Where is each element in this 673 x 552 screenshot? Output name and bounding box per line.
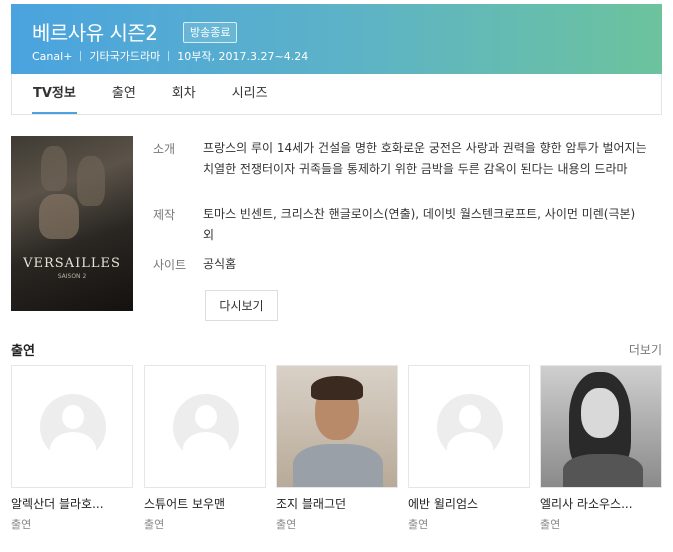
poster-figure	[39, 194, 79, 239]
intro-text: 프랑스의 루이 14세가 건설을 명한 호화로운 궁전은 사랑과 권력을 향한 …	[203, 141, 647, 176]
poster-subtitle: SAISON 2	[57, 273, 87, 280]
cast-photo[interactable]	[11, 365, 133, 488]
cast-photo[interactable]	[276, 365, 398, 488]
cast-role: 출연	[276, 518, 297, 531]
body-shape	[563, 454, 643, 487]
meta-divider	[80, 51, 82, 61]
status-badge: 방송종료	[183, 22, 238, 43]
cast-name[interactable]: 스튜어트 보우맨	[144, 495, 266, 512]
cast-name[interactable]: 알렉산더 블라호...	[11, 495, 133, 512]
cast-photo[interactable]	[408, 365, 530, 488]
rewatch-button[interactable]: 다시보기	[205, 290, 278, 321]
channel-name: Canal+	[32, 49, 73, 63]
episode-dates: 10부작, 2017.3.27~4.24	[177, 50, 309, 63]
cast-role: 출연	[540, 518, 561, 531]
cast-role: 출연	[144, 518, 165, 531]
hair-shape	[311, 376, 363, 400]
production-text: 토마스 빈센트, 크리스찬 핸글로이스(연출), 데이빗 월스텐크로프트, 사이…	[203, 207, 636, 242]
genre: 기타국가드라마	[89, 50, 161, 63]
cast-card[interactable]: 조지 블래그던 출연	[276, 365, 398, 532]
cast-photo[interactable]	[144, 365, 266, 488]
production-label: 제작	[153, 208, 176, 222]
cast-role: 출연	[408, 518, 429, 531]
program-title: 베르사유 시즌2	[32, 21, 158, 45]
tab-cast[interactable]: 출연	[111, 74, 137, 114]
program-poster[interactable]: VERSAILLES SAISON 2	[11, 136, 133, 311]
cast-role: 출연	[11, 518, 32, 531]
poster-title: VERSAILLES	[23, 256, 121, 271]
cast-name[interactable]: 엘리사 라소우스...	[540, 495, 662, 512]
poster-figure	[77, 156, 105, 206]
poster-figure	[41, 146, 67, 191]
profile-placeholder-icon	[173, 394, 239, 460]
program-header: 베르사유 시즌2 방송종료 Canal+ 기타국가드라마 10부작, 2017.…	[11, 4, 662, 74]
tab-episodes[interactable]: 회차	[171, 74, 197, 114]
site-label: 사이트	[153, 258, 187, 272]
intro-label: 소개	[153, 142, 176, 156]
cast-card[interactable]: 알렉산더 블라호... 출연	[11, 365, 133, 532]
cast-card[interactable]: 스튜어트 보우맨 출연	[144, 365, 266, 532]
profile-placeholder-icon	[40, 394, 106, 460]
cast-name[interactable]: 조지 블래그던	[276, 495, 398, 512]
face-shape	[581, 388, 619, 438]
tab-series[interactable]: 시리즈	[231, 74, 269, 114]
cast-name[interactable]: 에반 윌리엄스	[408, 495, 530, 512]
official-site-link[interactable]: 공식홈	[203, 254, 648, 275]
meta-divider	[168, 51, 170, 61]
tab-tv-info[interactable]: TV정보	[32, 74, 77, 114]
profile-placeholder-icon	[437, 394, 503, 460]
cast-photo[interactable]	[540, 365, 662, 488]
program-meta: Canal+ 기타국가드라마 10부작, 2017.3.27~4.24	[32, 48, 308, 64]
more-cast-link[interactable]: 더보기	[629, 341, 662, 358]
body-shape	[293, 444, 383, 487]
cast-card[interactable]: 에반 윌리엄스 출연	[408, 365, 530, 532]
tab-bar: TV정보 출연 회차 시리즈	[11, 74, 662, 115]
cast-section-title: 출연	[11, 344, 35, 359]
cast-card[interactable]: 엘리사 라소우스... 출연	[540, 365, 662, 532]
